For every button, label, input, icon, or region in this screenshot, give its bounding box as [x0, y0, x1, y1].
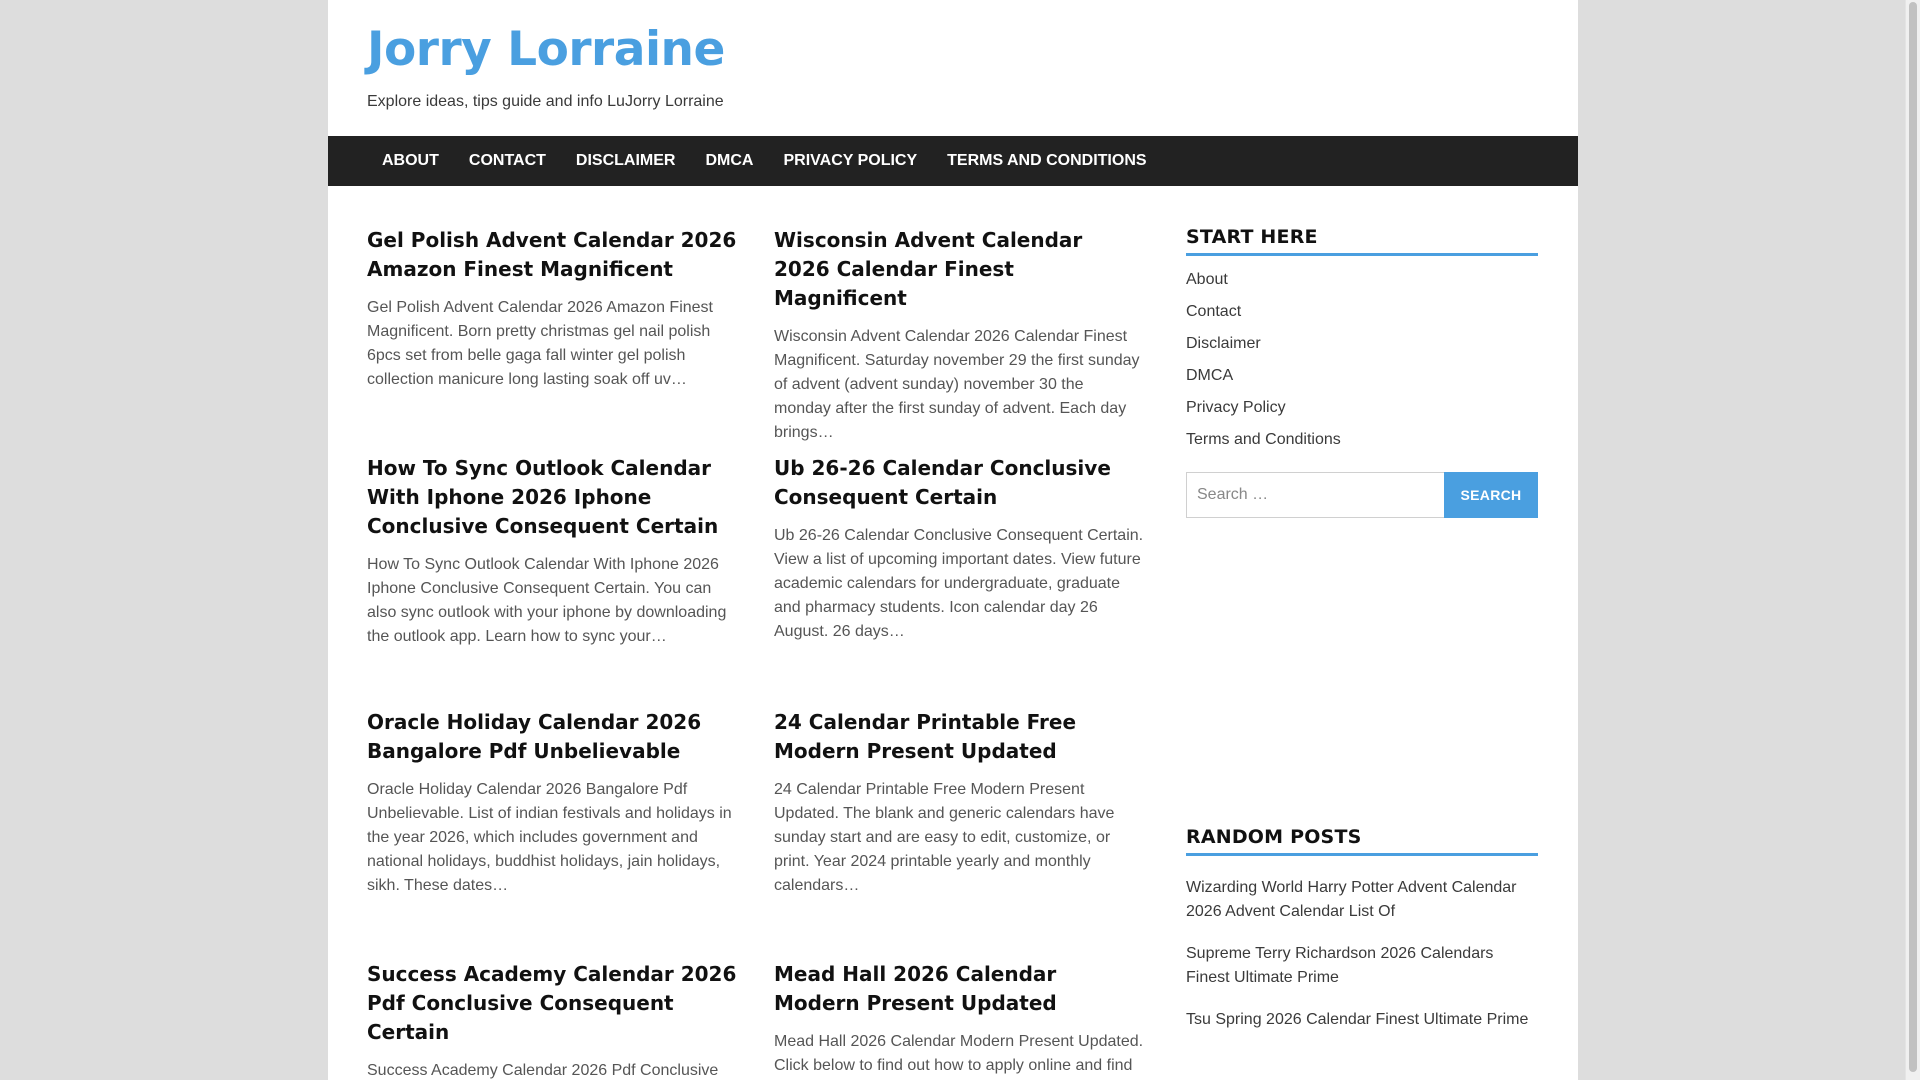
random-posts-list: Wizarding World Harry Potter Advent Cale…	[1186, 876, 1538, 1032]
scrollbar-thumb[interactable]	[1909, 2, 1917, 1072]
start-here-list: About Contact Disclaimer DMCA Privacy Po…	[1186, 270, 1538, 450]
sidebar-link-disclaimer[interactable]: Disclaimer	[1186, 334, 1538, 354]
nav-item-dmca[interactable]: DMCA	[690, 136, 768, 186]
post-grid: Gel Polish Advent Calendar 2026 Amazon F…	[367, 226, 1147, 1080]
post-excerpt: Oracle Holiday Calendar 2026 Bangalore P…	[367, 781, 732, 894]
post-excerpt: Gel Polish Advent Calendar 2026 Amazon F…	[367, 299, 713, 388]
random-post-link[interactable]: Supreme Terry Richardson 2026 Calendars …	[1186, 942, 1538, 990]
main-nav: ABOUT CONTACT DISCLAIMER DMCA PRIVACY PO…	[328, 136, 1578, 186]
post-card: 24 Calendar Printable Free Modern Presen…	[774, 708, 1144, 960]
site-description: Explore ideas, tips guide and info LuJor…	[367, 93, 724, 110]
post-excerpt: Ub 26-26 Calendar Conclusive Consequent …	[774, 527, 1144, 640]
post-excerpt: Wisconsin Advent Calendar 2026 Calendar …	[774, 328, 1140, 441]
nav-item-disclaimer[interactable]: DISCLAIMER	[561, 136, 691, 186]
post-title[interactable]: Mead Hall 2026 Calendar Modern Present U…	[774, 960, 1144, 1018]
post-card: Wisconsin Advent Calendar 2026 Calendar …	[774, 226, 1144, 454]
post-excerpt: How To Sync Outlook Calendar With Iphone…	[367, 556, 727, 645]
post-excerpt: Success Academy Calendar 2026 Pdf Conclu…	[367, 1062, 719, 1079]
post-title[interactable]: How To Sync Outlook Calendar With Iphone…	[367, 454, 737, 541]
ad-space	[1186, 518, 1538, 826]
sidebar-link-privacy-policy[interactable]: Privacy Policy	[1186, 398, 1538, 418]
site-header: Jorry Lorraine Explore ideas, tips guide…	[328, 0, 1578, 136]
post-title[interactable]: Wisconsin Advent Calendar 2026 Calendar …	[774, 226, 1144, 313]
post-title[interactable]: Ub 26-26 Calendar Conclusive Consequent …	[774, 454, 1144, 512]
nav-item-privacy-policy[interactable]: PRIVACY POLICY	[768, 136, 932, 186]
start-here-title: START HERE	[1186, 226, 1538, 256]
random-post-link[interactable]: Tsu Spring 2026 Calendar Finest Ultimate…	[1186, 1008, 1538, 1032]
sidebar-link-terms[interactable]: Terms and Conditions	[1186, 430, 1538, 450]
sidebar-link-about[interactable]: About	[1186, 270, 1538, 290]
post-card: How To Sync Outlook Calendar With Iphone…	[367, 454, 737, 708]
search-button[interactable]: SEARCH	[1444, 472, 1538, 518]
random-post-link[interactable]: Wizarding World Harry Potter Advent Cale…	[1186, 876, 1538, 924]
random-posts-title: RANDOM POSTS	[1186, 826, 1538, 856]
nav-item-terms[interactable]: TERMS AND CONDITIONS	[932, 136, 1161, 186]
sidebar-link-dmca[interactable]: DMCA	[1186, 366, 1538, 386]
post-card: Success Academy Calendar 2026 Pdf Conclu…	[367, 960, 737, 1080]
site-title[interactable]: Jorry Lorraine	[367, 22, 725, 77]
post-title[interactable]: Gel Polish Advent Calendar 2026 Amazon F…	[367, 226, 737, 284]
post-title[interactable]: Oracle Holiday Calendar 2026 Bangalore P…	[367, 708, 737, 766]
search-input[interactable]	[1186, 472, 1444, 518]
nav-item-contact[interactable]: CONTACT	[454, 136, 561, 186]
sidebar: START HERE About Contact Disclaimer DMCA…	[1186, 226, 1538, 1050]
post-card: Ub 26-26 Calendar Conclusive Consequent …	[774, 454, 1144, 708]
sidebar-link-contact[interactable]: Contact	[1186, 302, 1538, 322]
nav-item-about[interactable]: ABOUT	[367, 136, 454, 186]
post-title[interactable]: Success Academy Calendar 2026 Pdf Conclu…	[367, 960, 737, 1047]
post-card: Oracle Holiday Calendar 2026 Bangalore P…	[367, 708, 737, 960]
post-title[interactable]: 24 Calendar Printable Free Modern Presen…	[774, 708, 1144, 766]
page-scrollbar[interactable]	[1905, 0, 1920, 1080]
post-excerpt: 24 Calendar Printable Free Modern Presen…	[774, 781, 1115, 894]
page: Jorry Lorraine Explore ideas, tips guide…	[328, 0, 1578, 1080]
post-card: Gel Polish Advent Calendar 2026 Amazon F…	[367, 226, 737, 454]
post-card: Mead Hall 2026 Calendar Modern Present U…	[774, 960, 1144, 1080]
search-form: SEARCH	[1186, 472, 1538, 518]
post-excerpt: Mead Hall 2026 Calendar Modern Present U…	[774, 1033, 1144, 1074]
